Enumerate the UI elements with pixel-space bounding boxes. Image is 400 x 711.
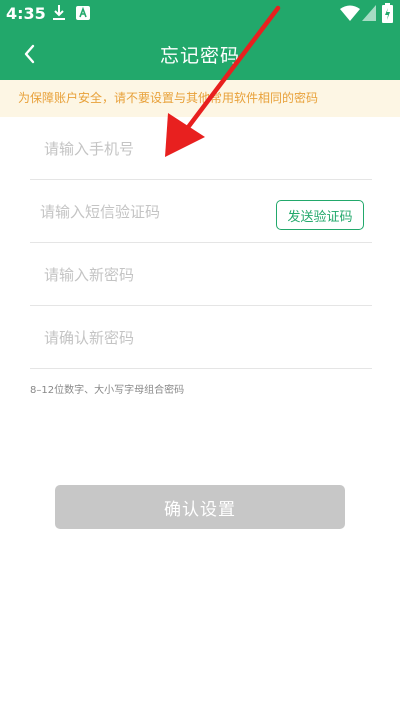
sms-code-input[interactable]	[40, 181, 260, 243]
new-password-row	[30, 244, 372, 306]
app-bar: 忘记密码	[0, 28, 400, 80]
send-code-button[interactable]: 发送验证码	[276, 200, 364, 230]
password-hint: 8–12位数字、大小写字母组合密码	[30, 385, 185, 396]
confirm-password-input[interactable]	[44, 307, 264, 369]
status-time: 4:35	[6, 4, 46, 23]
security-notice: 为保障账户安全，请不要设置与其他常用软件相同的密码	[0, 80, 400, 117]
confirm-button[interactable]: 确认设置	[55, 485, 345, 529]
sms-field-row: 发送验证码	[30, 181, 372, 243]
battery-icon	[382, 3, 393, 23]
phone-input[interactable]	[44, 118, 264, 180]
confirm-password-row	[30, 307, 372, 369]
app-notification-icon	[76, 6, 90, 20]
wifi-icon	[340, 5, 360, 21]
new-password-input[interactable]	[44, 244, 264, 306]
status-bar: 4:35	[0, 0, 400, 28]
page-title: 忘记密码	[159, 45, 240, 67]
signal-icon	[362, 5, 376, 21]
download-icon	[53, 5, 65, 20]
phone-field-row	[30, 118, 372, 180]
